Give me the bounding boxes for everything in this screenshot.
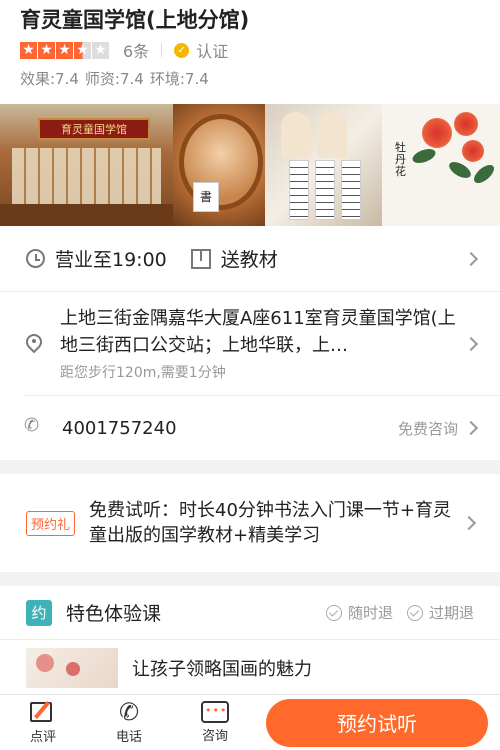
gallery-photo-child[interactable]: 書 — [173, 104, 265, 226]
phone-icon: ✆ — [118, 698, 140, 726]
photo-gallery[interactable]: 育灵童国学馆 書 牡丹花 — [0, 104, 500, 226]
chat-icon — [201, 701, 229, 723]
course-item[interactable]: 让孩子领略国画的魅力 — [0, 640, 500, 696]
verified-icon: ✓ — [174, 42, 190, 58]
star-half-icon: ★ — [74, 41, 91, 59]
score-environment: 环境:7.4 — [149, 70, 209, 88]
gallery-photo-painting[interactable]: 牡丹花 — [382, 104, 500, 226]
star-empty-icon: ★ — [92, 41, 109, 59]
course-section-title: 特色体验课 — [66, 603, 162, 625]
course-header: 约 特色体验课 随时退 过期退 — [0, 586, 500, 640]
tag-refund-anytime: 随时退 — [325, 602, 393, 623]
review-label: 点评 — [29, 730, 56, 745]
chevron-right-icon — [463, 251, 479, 266]
shop-sign: 育灵童国学馆 — [38, 118, 150, 140]
free-consult-label: 免费咨询 — [397, 419, 458, 438]
phone-button[interactable]: ✆ 电话 — [86, 695, 172, 750]
address-text: 上地三街金隅嘉华大厦A座611室育灵童国学馆(上地三街西口公交站；上地华联，上… — [60, 308, 456, 356]
book-icon — [190, 248, 211, 269]
chat-button[interactable]: 咨询 — [172, 695, 258, 750]
chevron-right-icon — [461, 515, 477, 531]
bottom-action-bar: 点评 ✆ 电话 咨询 预约试听 — [0, 694, 500, 750]
walking-distance: 距您步行120m,需要1分钟 — [60, 365, 226, 381]
tag-refund-expired: 过期退 — [406, 602, 474, 623]
score-row: 效果:7.4 师资:7.4 环境:7.4 — [20, 68, 480, 89]
phone-icon — [24, 415, 44, 437]
free-material: 送教材 — [220, 249, 278, 271]
chevron-right-icon — [463, 420, 479, 436]
divider — [161, 43, 163, 57]
gallery-photo-lobby[interactable]: 育灵童国学馆 — [0, 104, 173, 226]
booking-badge: 约 — [26, 599, 52, 626]
rating-row: ★ ★ ★ ★ ★ 6条 ✓ 认证 — [20, 38, 480, 62]
calligraphy-card: 書 — [193, 182, 219, 212]
book-trial-button[interactable]: 预约试听 — [266, 698, 488, 747]
review-button[interactable]: 点评 — [0, 695, 86, 750]
review-count[interactable]: 6条 — [123, 38, 149, 62]
booking-gift-row[interactable]: 预约礼 免费试听：时长40分钟书法入门课一节+育灵童出版的国学教材+精美学习 — [0, 474, 500, 572]
rating-stars: ★ ★ ★ ★ ★ — [20, 41, 109, 59]
check-circle-icon — [325, 604, 342, 621]
hours-row[interactable]: 营业至19:00 送教材 — [0, 226, 500, 292]
star-icon: ★ — [56, 41, 73, 59]
section-gap — [0, 460, 500, 474]
star-icon: ★ — [38, 41, 55, 59]
gallery-photo-teachers[interactable] — [265, 104, 382, 226]
shop-name: 育灵童国学馆(上地分馆) — [20, 8, 250, 32]
phone-row[interactable]: 4001757240 免费咨询 — [24, 396, 500, 460]
phone-label: 电话 — [115, 730, 142, 745]
score-teachers: 师资:7.4 — [84, 70, 144, 88]
section-gap — [0, 572, 500, 586]
booking-gift-text: 免费试听：时长40分钟书法入门课一节+育灵童出版的国学教材+精美学习 — [89, 500, 452, 546]
booking-gift-badge: 预约礼 — [26, 510, 76, 536]
chat-label: 咨询 — [201, 729, 228, 744]
address-row[interactable]: 上地三街金隅嘉华大厦A座611室育灵童国学馆(上地三街西口公交站；上地华联，上…… — [22, 292, 500, 396]
phone-number: 4001757240 — [62, 417, 177, 439]
clock-icon — [26, 249, 45, 268]
check-circle-icon — [406, 604, 423, 621]
chevron-right-icon — [463, 336, 479, 351]
course-thumbnail — [26, 648, 118, 688]
star-icon: ★ — [20, 41, 37, 59]
shop-header: 育灵童国学馆(上地分馆) ★ ★ ★ ★ ★ 6条 ✓ 认证 效果:7.4 师资… — [0, 0, 500, 104]
business-hours: 营业至19:00 — [55, 249, 167, 271]
shop-info-card: 营业至19:00 送教材 上地三街金隅嘉华大厦A座611室育灵童国学馆(上地三街… — [0, 226, 500, 460]
course-name: 让孩子领略国画的魅力 — [132, 659, 312, 680]
verify-label: 认证 — [196, 42, 229, 61]
score-effect: 效果:7.4 — [20, 70, 79, 88]
review-icon — [30, 700, 56, 724]
painting-inscription: 牡丹花 — [395, 141, 406, 178]
location-pin-icon — [22, 330, 46, 354]
